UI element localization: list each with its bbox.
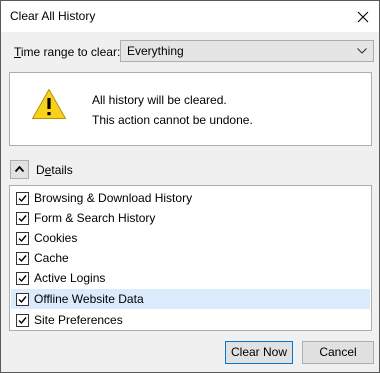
item-label: Cookies (34, 231, 78, 245)
chevron-up-icon (15, 166, 24, 172)
check-icon (18, 195, 27, 203)
item-label: Active Logins (34, 271, 106, 285)
clear-history-dialog: Clear All History Time range to clear: E… (0, 0, 380, 373)
checkbox[interactable] (16, 272, 29, 285)
checkbox[interactable] (16, 252, 29, 265)
checkbox[interactable] (16, 314, 29, 327)
dialog-title: Clear All History (10, 9, 96, 23)
check-icon (18, 317, 27, 325)
close-icon (357, 11, 369, 23)
check-icon (18, 215, 27, 223)
list-item-offline-website-data[interactable]: Offline Website Data (11, 289, 370, 309)
check-icon (18, 275, 27, 283)
list-item-cache[interactable]: Cache (11, 248, 370, 268)
checkbox[interactable] (16, 192, 29, 205)
close-button[interactable] (351, 5, 375, 29)
warning-submessage: This action cannot be undone. (92, 113, 253, 127)
item-label: Cache (34, 251, 69, 265)
list-item-form-search-history[interactable]: Form & Search History (11, 208, 370, 228)
details-toggle-button[interactable] (10, 160, 29, 179)
checkbox[interactable] (16, 212, 29, 225)
warning-message: All history will be cleared. (92, 93, 227, 107)
cancel-button[interactable]: Cancel (302, 341, 374, 364)
item-label: Offline Website Data (34, 292, 144, 306)
checkbox[interactable] (16, 293, 29, 306)
list-item-active-logins[interactable]: Active Logins (11, 268, 370, 288)
check-icon (18, 296, 27, 304)
clear-now-button[interactable]: Clear Now (225, 341, 293, 364)
chevron-down-icon (357, 48, 367, 54)
warning-icon (32, 89, 66, 119)
item-label: Form & Search History (34, 211, 156, 225)
history-items-list: Browsing & Download History Form & Searc… (9, 185, 372, 331)
details-label[interactable]: Details (36, 163, 73, 177)
checkbox[interactable] (16, 232, 29, 245)
warning-box: All history will be cleared. This action… (9, 72, 372, 146)
title-bar: Clear All History (1, 1, 379, 32)
list-item-cookies[interactable]: Cookies (11, 228, 370, 248)
time-range-value: Everything (127, 44, 184, 58)
item-label: Site Preferences (34, 313, 123, 327)
check-icon (18, 235, 27, 243)
item-label: Browsing & Download History (34, 191, 193, 205)
time-range-label: Time range to clear: (14, 45, 121, 59)
list-item-browsing-download-history[interactable]: Browsing & Download History (11, 188, 370, 208)
check-icon (18, 255, 27, 263)
time-range-dropdown[interactable]: Everything (120, 40, 374, 62)
list-item-site-preferences[interactable]: Site Preferences (11, 310, 370, 330)
